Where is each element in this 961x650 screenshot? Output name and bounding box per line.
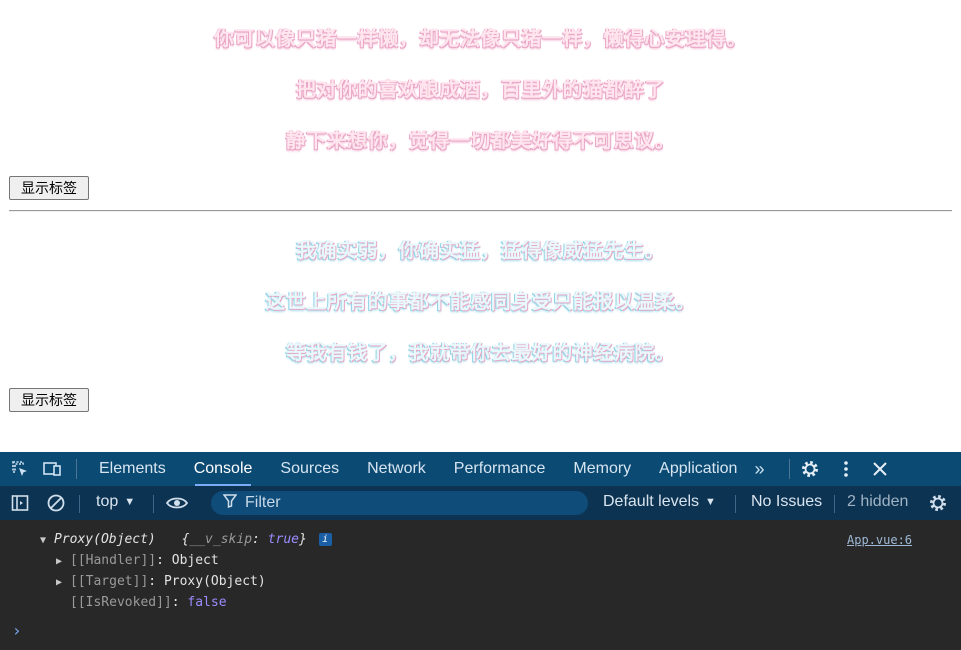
- divider: [9, 210, 952, 212]
- inspect-element-icon[interactable]: [8, 457, 32, 481]
- tab-memory[interactable]: Memory: [559, 452, 645, 486]
- devtools-tabbar: Elements Console Sources Network Perform…: [0, 452, 961, 486]
- expand-triangle-icon[interactable]: ▶: [56, 552, 70, 572]
- quote-line: 等我有钱了，我就带你去最好的神经病院。: [285, 340, 676, 364]
- console-filterbar: top ▼ Filter Default levels ▼ No Issues …: [0, 486, 961, 521]
- caret-down-icon: ▼: [705, 496, 716, 508]
- tab-elements[interactable]: Elements: [85, 452, 180, 486]
- sidebar-toggle-icon[interactable]: [8, 491, 32, 515]
- settings-gear-icon[interactable]: [798, 457, 822, 481]
- close-icon[interactable]: [868, 457, 892, 481]
- show-label-button[interactable]: 显示标签: [9, 176, 89, 200]
- quote-line: 你可以像只猪一样懒，却无法像只猪一样，懒得心安理得。: [214, 26, 747, 50]
- issues-counter[interactable]: No Issues: [751, 493, 822, 511]
- console-output: ▼ Proxy(Object) {__v_skip: true} i App.vu…: [0, 520, 961, 650]
- tab-sources[interactable]: Sources: [266, 452, 353, 486]
- tab-console[interactable]: Console: [180, 452, 267, 486]
- device-toolbar-icon[interactable]: [40, 457, 64, 481]
- clear-console-icon[interactable]: [44, 491, 68, 515]
- tab-performance[interactable]: Performance: [440, 452, 560, 486]
- quote-line: 我确实弱，你确实猛，猛得像威猛先生。: [296, 238, 665, 262]
- filter-input[interactable]: Filter: [211, 491, 588, 515]
- hidden-count: 2 hidden: [847, 493, 909, 510]
- context-selector[interactable]: top ▼: [96, 493, 135, 511]
- object-property-row[interactable]: ▶ [[Handler]]: Object: [56, 551, 219, 571]
- caret-down-icon: ▼: [124, 496, 136, 508]
- tab-application[interactable]: Application: [645, 452, 751, 486]
- quote-line: 把对你的喜欢酿成酒，百里外的猫都醉了: [296, 77, 665, 101]
- object-property-row[interactable]: ▶ [[Target]]: Proxy(Object): [56, 572, 266, 592]
- devtools-panel: Elements Console Sources Network Perform…: [0, 452, 961, 650]
- console-settings-gear-icon[interactable]: [926, 491, 950, 515]
- console-log-entry[interactable]: ▼ Proxy(Object) {__v_skip: true} i: [40, 530, 332, 550]
- expand-triangle-icon[interactable]: ▼: [40, 531, 54, 551]
- show-label-button[interactable]: 显示标签: [9, 388, 89, 412]
- source-link[interactable]: App.vue:6: [847, 530, 912, 550]
- eye-icon[interactable]: [165, 491, 189, 515]
- expand-triangle-icon[interactable]: ▶: [56, 573, 70, 593]
- more-options-icon[interactable]: [834, 457, 858, 481]
- console-prompt-chevron-icon[interactable]: ›: [12, 621, 22, 641]
- log-levels-dropdown[interactable]: Default levels ▼: [603, 493, 716, 511]
- filter-funnel-icon: [222, 493, 238, 513]
- info-icon[interactable]: i: [318, 533, 332, 546]
- quote-line: 这世上所有的事都不能感同身受只能报以温柔。: [265, 289, 696, 313]
- tab-network[interactable]: Network: [353, 452, 440, 486]
- object-property-row: [[IsRevoked]]: false: [70, 595, 227, 610]
- quote-line: 静下来想你，觉得一切都美好得不可思议。: [285, 128, 676, 152]
- web-page: 你可以像只猪一样懒，却无法像只猪一样，懒得心安理得。 把对你的喜欢酿成酒，百里外…: [0, 0, 961, 452]
